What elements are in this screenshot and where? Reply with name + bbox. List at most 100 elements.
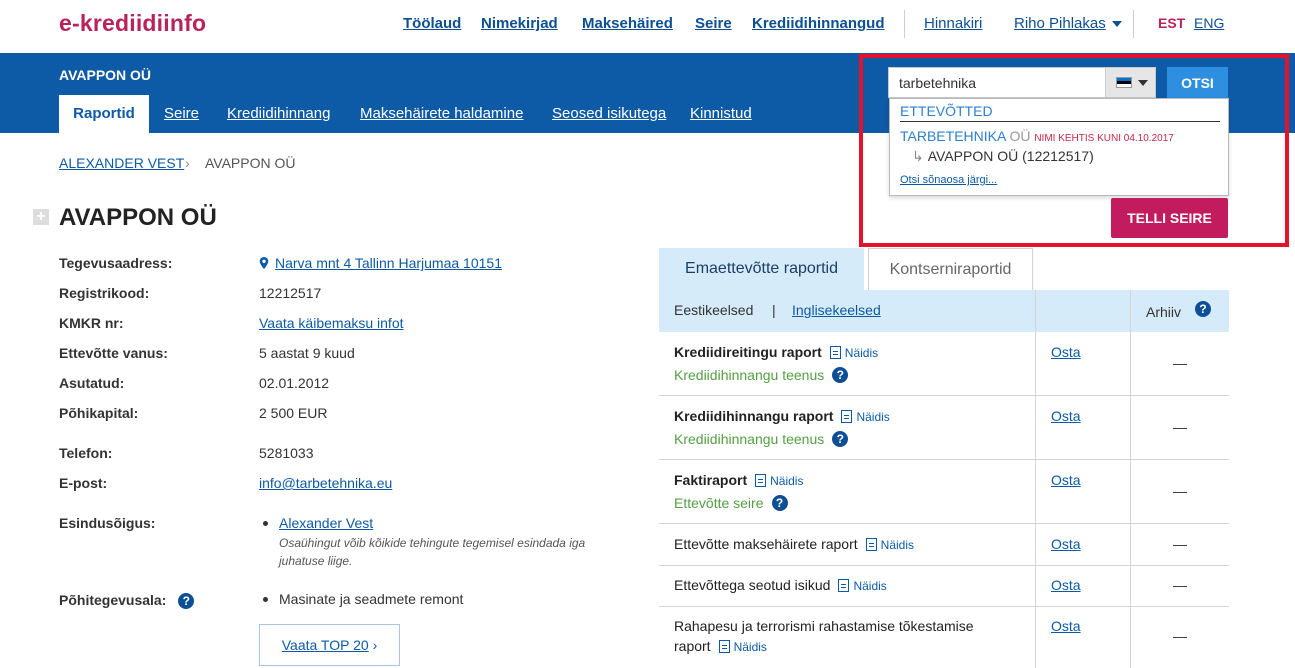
nav-seire[interactable]: Seire: [695, 15, 732, 32]
document-icon: [841, 410, 853, 423]
report-title: Ettevõtte maksehäirete raport Näidis: [674, 536, 914, 552]
row-divider: [659, 459, 1229, 460]
sample-link[interactable]: Näidis: [856, 410, 889, 424]
lang-english-link[interactable]: Inglisekeelsed: [792, 302, 881, 318]
document-icon: [755, 474, 767, 487]
tab-krediidihinnang[interactable]: Krediidihinnang: [227, 105, 330, 122]
report-service-text: Krediidihinnangu teenus: [674, 431, 825, 447]
archive-dash: —: [1173, 536, 1187, 552]
top20-button[interactable]: Vaata TOP 20 ›: [259, 624, 400, 666]
report-service-text: Krediidihinnangu teenus: [674, 367, 825, 383]
archive-label: Arhiiv: [1146, 304, 1182, 320]
address-link[interactable]: Narva mnt 4 Tallinn Harjumaa 10151: [275, 255, 502, 271]
age-value: 5 aastat 9 kuud: [259, 345, 355, 361]
regcode-value: 12212517: [259, 285, 322, 301]
bullet-icon: [263, 521, 268, 526]
archive-dash: —: [1173, 483, 1187, 499]
phone-label: Telefon:: [59, 445, 113, 461]
rep-link[interactable]: Alexander Vest: [279, 515, 373, 531]
bullet-icon: [263, 597, 268, 602]
report-service: Ettevõtte seire?: [674, 495, 788, 511]
address-value: Narva mnt 4 Tallinn Harjumaa 10151: [259, 255, 502, 271]
document-icon: [865, 538, 877, 551]
sample-link[interactable]: Näidis: [734, 640, 767, 654]
age-label: Ettevõtte vanus:: [59, 345, 168, 361]
band-company-name: AVAPPON OÜ: [59, 67, 152, 83]
report-title-text: Ettevõtte maksehäirete raport: [674, 536, 858, 552]
nav-nimekirjad[interactable]: Nimekirjad: [481, 15, 558, 32]
user-menu[interactable]: Riho Pihlakas: [1014, 15, 1122, 32]
tab-parent-reports[interactable]: Emaettevõtte raportid: [659, 248, 864, 290]
row-divider: [659, 606, 1229, 607]
page-title: AVAPPON OÜ: [59, 204, 217, 231]
document-icon: [718, 640, 730, 653]
report-title: Faktiraport Näidis: [674, 472, 803, 488]
sample-link[interactable]: Näidis: [881, 538, 914, 552]
capital-label: Põhikapital:: [59, 405, 139, 421]
report-title-text: Ettevõttega seotud isikud: [674, 577, 831, 593]
document-icon: [838, 579, 850, 592]
help-icon[interactable]: ?: [178, 593, 195, 609]
lang-est[interactable]: EST: [1158, 15, 1185, 31]
column-divider: [1035, 290, 1036, 668]
report-service: Krediidihinnangu teenus?: [674, 367, 849, 383]
expand-icon[interactable]: +: [33, 209, 49, 225]
logo[interactable]: e-krediidiinfo: [59, 10, 206, 37]
founded-label: Asutatud:: [59, 375, 125, 391]
tab-raportid[interactable]: Raportid: [59, 95, 149, 133]
activity-label-text: Põhitegevusala:: [59, 592, 167, 608]
document-icon: [829, 346, 841, 359]
vat-link[interactable]: Vaata käibemaksu infot: [259, 315, 404, 331]
sample-link[interactable]: Näidis: [845, 346, 878, 360]
tab-seosed-isikutega[interactable]: Seosed isikutega: [552, 105, 666, 122]
buy-link[interactable]: Osta: [1051, 536, 1081, 552]
activity-value: Masinate ja seadmete remont: [279, 591, 464, 607]
breadcrumb-parent[interactable]: ALEXANDER VEST: [59, 155, 184, 171]
regcode-label: Registrikood:: [59, 285, 150, 301]
nav-toolaud[interactable]: Töölaud: [403, 15, 461, 32]
chevron-down-icon: [1111, 21, 1122, 28]
nav-divider: [904, 10, 905, 38]
vat-label: KMKR nr:: [59, 315, 124, 331]
report-title-text: Krediidihinnangu raport: [674, 408, 834, 424]
tab-seire[interactable]: Seire: [164, 105, 199, 122]
lang-divider: [1133, 10, 1134, 38]
buy-link[interactable]: Osta: [1051, 472, 1081, 488]
help-icon[interactable]: ?: [832, 431, 849, 447]
report-title: Krediidireitingu raport Näidis: [674, 344, 878, 360]
reports-header: Eestikeelsed | Inglisekeelsed Arhiiv ?: [659, 290, 1229, 332]
nav-krediidihinnangud[interactable]: Krediidihinnangud: [752, 15, 885, 32]
report-title: Ettevõttega seotud isikud Näidis: [674, 577, 887, 593]
founded-value: 02.01.2012: [259, 375, 330, 391]
nav-hinnakiri[interactable]: Hinnakiri: [924, 15, 982, 32]
breadcrumb-current: AVAPPON OÜ: [205, 155, 296, 171]
archive-dash: —: [1173, 355, 1187, 371]
lang-eng[interactable]: ENG: [1194, 15, 1224, 31]
help-icon[interactable]: ?: [1195, 301, 1211, 317]
report-service: Krediidihinnangu teenus?: [674, 431, 849, 447]
tab-maksehairete-haldamine[interactable]: Maksehäirete haldamine: [360, 105, 523, 122]
sample-link[interactable]: Näidis: [770, 474, 803, 488]
top20-label: Vaata TOP 20: [281, 637, 369, 653]
highlight-box: [859, 54, 1289, 247]
buy-link[interactable]: Osta: [1051, 618, 1081, 634]
sample-link[interactable]: Näidis: [853, 579, 886, 593]
tab-kinnistud[interactable]: Kinnistud: [690, 105, 752, 122]
buy-link[interactable]: Osta: [1051, 577, 1081, 593]
tab-group-reports[interactable]: Kontserniraportid: [868, 248, 1033, 290]
report-title: Rahapesu ja terrorismi rahastamise tõkes…: [674, 616, 1014, 657]
lang-estonian[interactable]: Eestikeelsed: [674, 302, 753, 318]
email-link[interactable]: info@tarbetehnika.eu: [259, 475, 392, 491]
email-label: E-post:: [59, 475, 108, 491]
archive-dash: —: [1173, 628, 1187, 644]
report-title-text: Faktiraport: [674, 472, 748, 488]
buy-link[interactable]: Osta: [1051, 408, 1081, 424]
buy-link[interactable]: Osta: [1051, 344, 1081, 360]
map-pin-icon: [259, 257, 269, 269]
report-service-text: Ettevõtte seire: [674, 495, 764, 511]
row-divider: [659, 395, 1229, 396]
help-icon[interactable]: ?: [832, 367, 849, 383]
help-icon[interactable]: ?: [771, 495, 788, 511]
row-divider: [659, 565, 1229, 566]
nav-maksehaired[interactable]: Maksehäired: [582, 15, 673, 32]
